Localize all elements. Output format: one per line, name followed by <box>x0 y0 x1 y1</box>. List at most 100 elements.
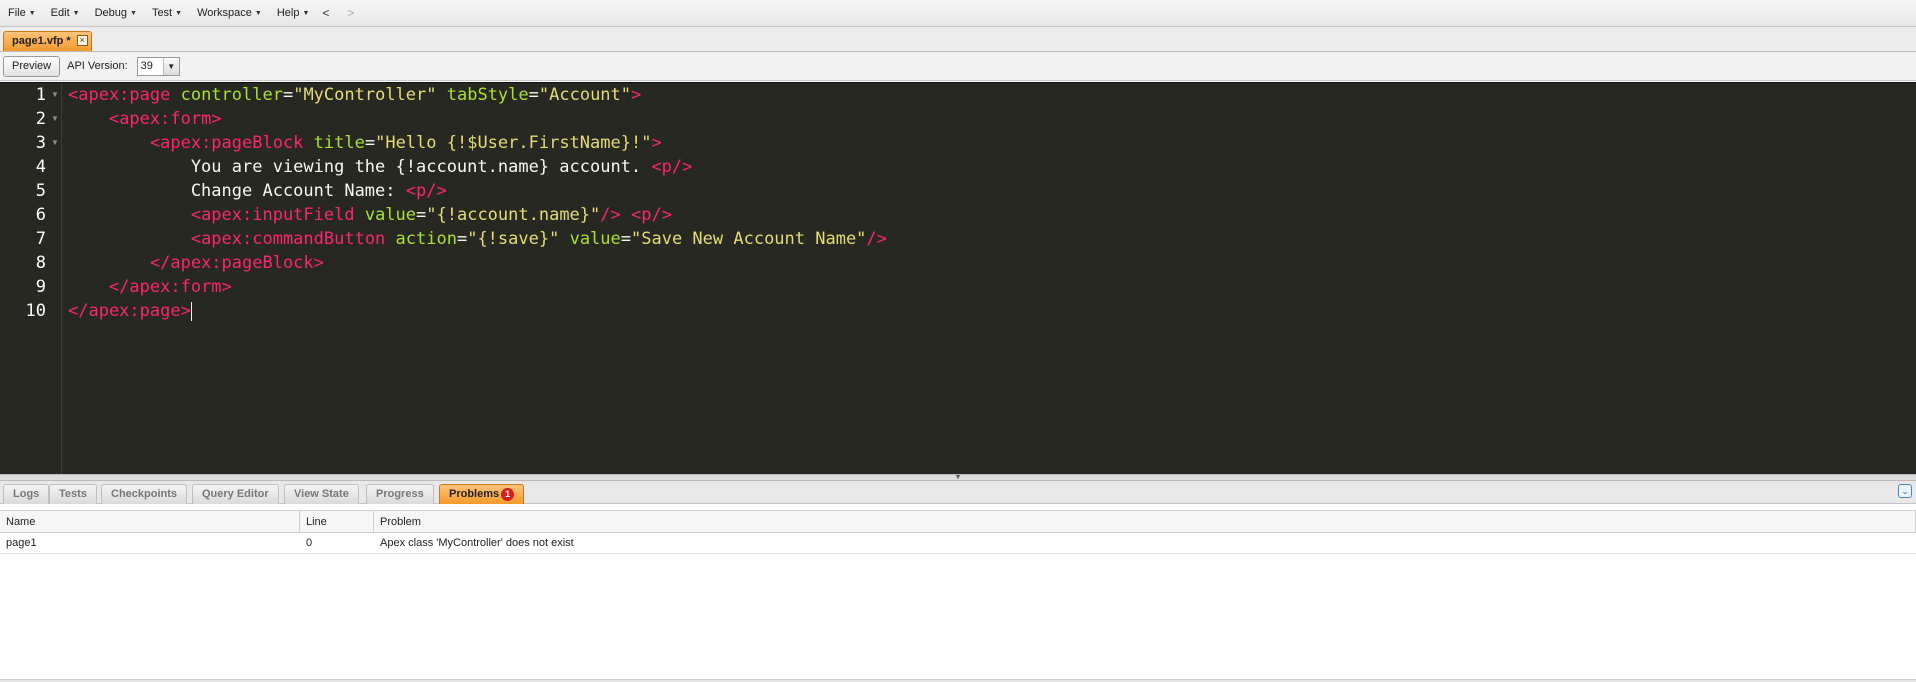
tab-logs[interactable]: Logs <box>3 484 50 504</box>
column-header-line[interactable]: Line <box>300 511 374 533</box>
table-row[interactable]: page1 0 Apex class 'MyController' does n… <box>0 533 1916 554</box>
code-line[interactable]: </apex:page> <box>68 299 192 323</box>
code-token: <apex:commandButton <box>190 229 396 249</box>
menu-workspace[interactable]: Workspace ▼ <box>193 7 266 19</box>
line-number: 1 <box>35 85 46 105</box>
line-number: 6 <box>35 205 46 225</box>
tab-problems-label: Problems <box>449 488 500 500</box>
file-tab-page1[interactable]: page1.vfp * × <box>3 31 92 51</box>
code-line[interactable]: Change Account Name: <p/> <box>68 179 447 203</box>
menu-help[interactable]: Help ▼ <box>273 7 314 19</box>
code-token: = <box>456 229 468 249</box>
column-header-problem[interactable]: Problem <box>374 511 1916 533</box>
line-number: 10 <box>25 301 46 321</box>
line-number: 9 <box>35 277 46 297</box>
chevron-down-icon: ▼ <box>175 9 183 17</box>
splitter-grip-icon[interactable]: ▼ <box>943 474 973 481</box>
menu-edit[interactable]: Edit ▼ <box>47 7 84 19</box>
tab-view-state[interactable]: View State <box>284 484 359 504</box>
code-line[interactable]: <apex:pageBlock title="Hello {!$User.Fir… <box>68 131 662 155</box>
code-token: > <box>631 85 642 105</box>
file-tab-strip: page1.vfp * × <box>0 27 1916 52</box>
chevron-down-icon: ▼ <box>130 9 137 17</box>
code-editor[interactable]: 1 ▼ 2 ▼ 3 ▼ 4 5 6 7 8 9 10 <apex:page controller="My… <box>0 82 1916 475</box>
code-line[interactable]: <apex:page controller = "MyController" tab… <box>68 83 641 107</box>
cell-problem: Apex class 'MyController' does not exist <box>380 537 574 549</box>
menu-help-label: Help <box>276 7 300 19</box>
code-token: Change Account Name: <box>68 181 406 201</box>
cell-name: page1 <box>6 537 37 549</box>
code-token: <apex:inputField <box>190 205 365 225</box>
forward-arrow-icon[interactable]: > <box>345 6 356 20</box>
code-line[interactable]: </apex:form> <box>68 275 232 299</box>
line-number: 7 <box>35 229 46 249</box>
tab-problems[interactable]: Problems 1 <box>439 484 525 504</box>
tab-progress[interactable]: Progress <box>366 484 434 504</box>
code-line[interactable]: You are viewing the {!account.name} acco… <box>68 155 693 179</box>
chevron-down-icon: ▼ <box>72 9 80 17</box>
code-token: <p/> <box>405 181 447 201</box>
chevron-down-icon: ▼ <box>302 9 310 17</box>
code-token: "MyController" <box>293 85 437 105</box>
menu-file-label: File <box>8 7 26 19</box>
code-token: </apex:pageBlock> <box>149 253 324 273</box>
tab-logs-label: Logs <box>13 488 40 500</box>
code-token: /> <box>600 205 621 225</box>
code-token: = <box>528 85 539 105</box>
code-line[interactable]: <apex:form> <box>68 107 222 131</box>
api-version-value: 39 <box>140 60 153 72</box>
menu-test[interactable]: Test ▼ <box>148 7 186 19</box>
tab-query-editor-label: Query Editor <box>202 488 269 500</box>
preview-button[interactable]: Preview <box>3 55 61 77</box>
api-version-label: API Version: <box>67 60 128 72</box>
code-token: "Account" <box>538 85 632 105</box>
table-header: Name Line Problem <box>0 510 1916 533</box>
fold-arrow-icon[interactable]: ▼ <box>51 107 59 131</box>
tab-tests[interactable]: Tests <box>49 484 97 504</box>
menu-debug[interactable]: Debug ▼ <box>91 7 141 19</box>
code-token: > <box>651 133 662 153</box>
code-token: tabStyle <box>446 85 529 105</box>
menu-edit-label: Edit <box>50 7 70 19</box>
tab-query-editor[interactable]: Query Editor <box>192 484 279 504</box>
code-token: <apex:page <box>68 85 181 105</box>
menu-test-label: Test <box>151 7 173 19</box>
code-token: = <box>416 205 427 225</box>
tab-view-state-label: View State <box>294 488 349 500</box>
tab-checkpoints-label: Checkpoints <box>111 488 178 500</box>
fold-arrow-icon[interactable]: ▼ <box>51 131 59 155</box>
close-icon[interactable]: × <box>76 35 88 46</box>
code-line[interactable]: <apex:inputField value="{!account.name}"… <box>68 203 672 227</box>
line-number: 2 <box>35 109 46 129</box>
code-line[interactable]: <apex:commandButton action="{!save}" val… <box>68 227 887 251</box>
code-line[interactable]: </apex:pageBlock> <box>68 251 324 275</box>
back-arrow-icon[interactable]: < <box>320 6 331 20</box>
column-header-name[interactable]: Name <box>0 511 300 533</box>
menu-file[interactable]: File ▼ <box>4 7 40 19</box>
editor-toolbar: Preview API Version: 39 ▼ <box>0 52 1916 81</box>
tab-checkpoints[interactable]: Checkpoints <box>101 484 188 504</box>
api-version-select[interactable]: 39 ▼ <box>136 56 180 76</box>
code-token: <p/> <box>631 205 672 225</box>
collapse-panel-icon[interactable]: ⌄ <box>1898 484 1912 498</box>
line-number: 5 <box>35 181 46 201</box>
file-tab-label: page1.vfp * <box>12 35 71 47</box>
bottom-panel-tabs: Logs Tests Checkpoints Query Editor View… <box>0 481 1916 504</box>
fold-arrow-icon[interactable]: ▼ <box>51 83 59 107</box>
line-number: 4 <box>35 157 46 177</box>
code-token: <apex:form> <box>108 109 222 129</box>
code-token: "Hello {!$User.FirstName}!" <box>375 133 652 153</box>
text-cursor <box>190 301 192 321</box>
code-token: controller <box>180 85 283 105</box>
code-token: <apex:pageBlock <box>149 133 314 153</box>
code-token: You are viewing the {!account.name} acco… <box>68 157 652 177</box>
panel-splitter[interactable]: ▼ <box>0 474 1916 481</box>
tab-progress-label: Progress <box>376 488 424 500</box>
